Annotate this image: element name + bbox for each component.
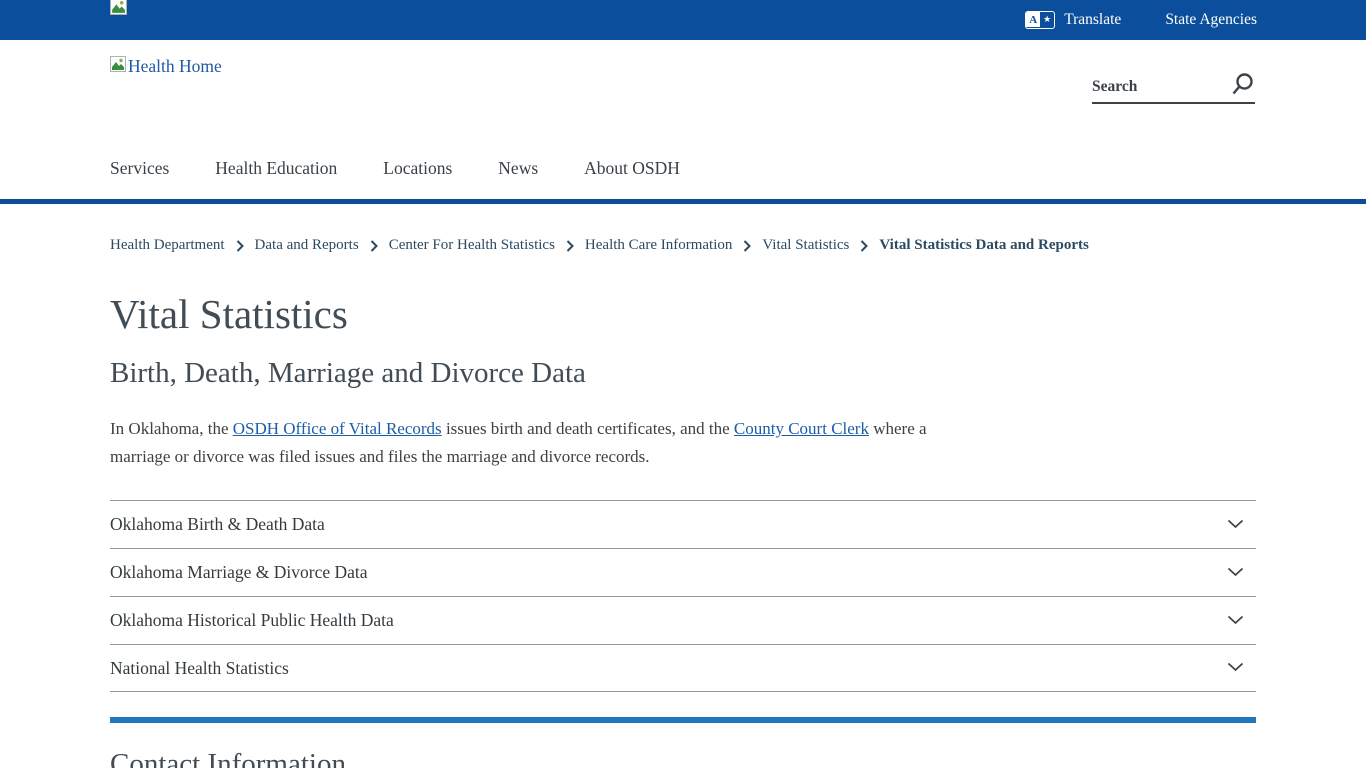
chevron-down-icon — [1227, 659, 1244, 677]
search-input[interactable]: Search — [1092, 72, 1255, 104]
chevron-right-icon — [566, 240, 574, 252]
accordion-label: Oklahoma Marriage & Divorce Data — [110, 562, 368, 583]
section-divider — [110, 717, 1256, 723]
main-navigation: Services Health Education Locations News… — [110, 158, 680, 179]
accordion-birth-death-data[interactable]: Oklahoma Birth & Death Data — [110, 500, 1256, 548]
contact-information-heading: Contact Information — [110, 748, 346, 768]
accordion-label: National Health Statistics — [110, 658, 289, 679]
page-subtitle: Birth, Death, Marriage and Divorce Data — [110, 357, 586, 390]
top-utility-bar-links: Translate State Agencies — [1025, 0, 1257, 40]
accordion-marriage-divorce-data[interactable]: Oklahoma Marriage & Divorce Data — [110, 548, 1256, 596]
top-utility-bar: Translate State Agencies — [0, 0, 1366, 40]
search-icon[interactable] — [1229, 71, 1255, 104]
intro-text: In Oklahoma, the — [110, 419, 233, 438]
breadcrumb-data-and-reports[interactable]: Data and Reports — [255, 237, 359, 254]
nav-item-services[interactable]: Services — [110, 158, 169, 179]
chevron-right-icon — [370, 240, 378, 252]
intro-paragraph: In Oklahoma, the OSDH Office of Vital Re… — [110, 415, 940, 470]
nav-item-locations[interactable]: Locations — [383, 158, 452, 179]
translate-icon — [1025, 11, 1055, 29]
accordion-list: Oklahoma Birth & Death Data Oklahoma Mar… — [110, 500, 1256, 692]
intro-text: issues birth and death certificates, and… — [442, 419, 734, 438]
broken-image-icon — [110, 56, 126, 77]
nav-item-news[interactable]: News — [498, 158, 538, 179]
county-court-clerk-link[interactable]: County Court Clerk — [734, 419, 869, 438]
broken-image-icon[interactable] — [110, 0, 127, 20]
breadcrumb-current-page: Vital Statistics Data and Reports — [879, 237, 1088, 254]
nav-item-health-education[interactable]: Health Education — [215, 158, 337, 179]
chevron-down-icon — [1227, 612, 1244, 630]
translate-label: Translate — [1064, 11, 1121, 29]
nav-item-about-osdh[interactable]: About OSDH — [584, 158, 680, 179]
accordion-historical-public-health-data[interactable]: Oklahoma Historical Public Health Data — [110, 596, 1256, 644]
breadcrumb-health-department[interactable]: Health Department — [110, 237, 225, 254]
nav-bottom-border — [0, 199, 1366, 204]
state-agencies-link[interactable]: State Agencies — [1165, 11, 1257, 29]
health-home-label: Health Home — [128, 56, 222, 77]
translate-button[interactable]: Translate — [1025, 11, 1121, 29]
breadcrumb: Health Department Data and Reports Cente… — [110, 237, 1089, 254]
chevron-right-icon — [236, 240, 244, 252]
chevron-right-icon — [743, 240, 751, 252]
search-placeholder: Search — [1092, 78, 1137, 96]
breadcrumb-center-for-health-statistics[interactable]: Center For Health Statistics — [389, 237, 555, 254]
chevron-down-icon — [1227, 564, 1244, 582]
chevron-right-icon — [860, 240, 868, 252]
page-title: Vital Statistics — [110, 290, 348, 338]
chevron-down-icon — [1227, 516, 1244, 534]
accordion-national-health-statistics[interactable]: National Health Statistics — [110, 644, 1256, 692]
health-home-link[interactable]: Health Home — [110, 56, 222, 77]
page: Hon Translate State Agencies — [0, 0, 1366, 768]
accordion-label: Oklahoma Historical Public Health Data — [110, 610, 394, 631]
vital-records-link[interactable]: OSDH Office of Vital Records — [233, 419, 442, 438]
breadcrumb-vital-statistics[interactable]: Vital Statistics — [762, 237, 849, 254]
accordion-label: Oklahoma Birth & Death Data — [110, 514, 325, 535]
breadcrumb-health-care-information[interactable]: Health Care Information — [585, 237, 732, 254]
state-agencies-label: State Agencies — [1165, 11, 1257, 29]
